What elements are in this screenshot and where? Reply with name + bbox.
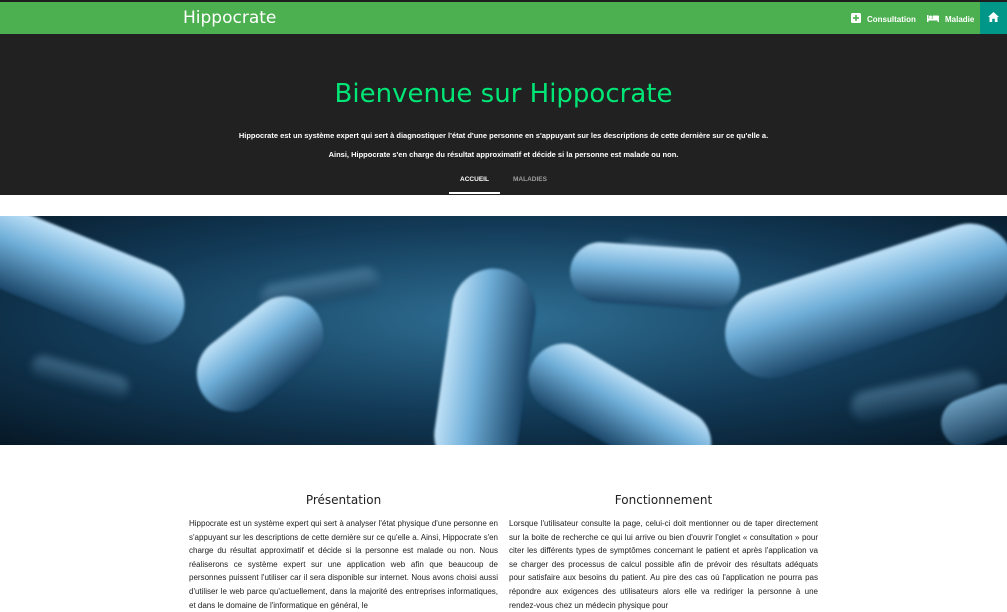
- bed-icon: [927, 14, 939, 24]
- home-button[interactable]: [980, 2, 1007, 34]
- presentation-text: Hippocrate est un système expert qui ser…: [189, 519, 498, 610]
- presentation-section: Présentation Hippocrate est un système e…: [189, 493, 498, 612]
- hero-section: Bienvenue sur Hippocrate Hippocrate est …: [0, 34, 1007, 195]
- plus-square-icon: [851, 13, 861, 25]
- tab-accueil[interactable]: Accueil: [449, 176, 500, 194]
- hero-title: Bienvenue sur Hippocrate: [334, 79, 673, 109]
- tab-maladies[interactable]: Maladies: [503, 176, 557, 192]
- presentation-title: Présentation: [305, 493, 382, 507]
- fonctionnement-title: Fonctionnement: [614, 493, 713, 507]
- hero-description-line-1: Hippocrate est un système expert qui ser…: [238, 131, 769, 140]
- nav-maladie-link[interactable]: Maladie: [927, 12, 974, 26]
- home-icon: [988, 9, 999, 27]
- brand-title[interactable]: Hippocrate: [183, 8, 276, 28]
- bacteria-banner-image: [0, 216, 1007, 445]
- fonctionnement-section: Fonctionnement Lorsque l'utilisateur con…: [509, 493, 818, 612]
- nav-consultation-label: Consultation: [867, 14, 916, 24]
- nav-consultation-link[interactable]: Consultation: [851, 12, 916, 26]
- nav-maladie-label: Maladie: [945, 14, 975, 24]
- top-navbar: Hippocrate Consultation Maladie: [0, 0, 1007, 34]
- fonctionnement-text: Lorsque l'utilisateur consulte la page, …: [509, 519, 818, 610]
- hero-description-line-2: Ainsi, Hippocrate s'en charge du résulta…: [328, 150, 679, 159]
